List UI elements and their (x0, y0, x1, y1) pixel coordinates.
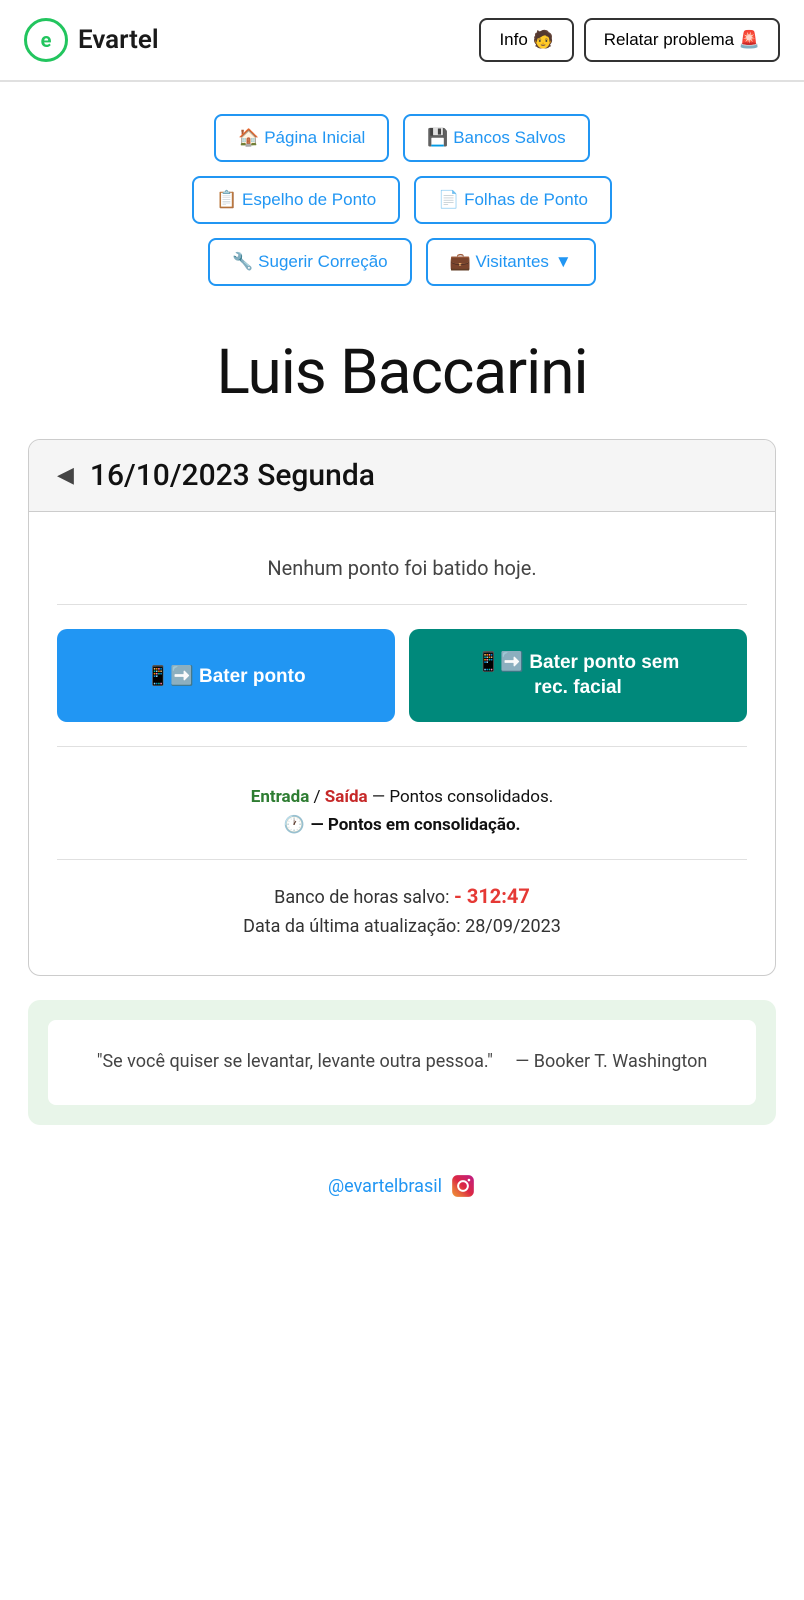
quote-body: "Se você quiser se levantar, levante out… (97, 1051, 493, 1072)
nav-row-1: 🏠 Página Inicial 💾 Bancos Salvos (214, 114, 589, 162)
sugerir-correcao-button[interactable]: 🔧 Sugerir Correção (208, 238, 411, 286)
legend-separator: / (314, 787, 325, 807)
logo-area: e Evartel (24, 18, 159, 62)
info-button[interactable]: Info 🧑 (479, 18, 573, 62)
bater-ponto-label: 📱➡️ Bater ponto (146, 664, 305, 688)
espelho-de-ponto-button[interactable]: 📋 Espelho de Ponto (192, 176, 400, 224)
legend-consolidating-line: 🕐 — Pontos em consolidação. (57, 815, 747, 835)
clock-icon: 🕐 (284, 815, 305, 835)
bater-ponto-button[interactable]: 📱➡️ Bater ponto (57, 629, 395, 722)
quote-author: — Booker T. Washington (515, 1051, 707, 1072)
consolidated-text: — Pontos consolidados. (372, 787, 553, 807)
bater-ponto-sem-label: 📱➡️ Bater ponto sem rec. facial (477, 651, 680, 700)
instagram-icon (450, 1173, 476, 1199)
banco-section: Banco de horas salvo: - 312:47 Data da ú… (57, 860, 747, 947)
logo-icon: e (24, 18, 68, 62)
main-card: ◀ 16/10/2023 Segunda Nenhum ponto foi ba… (28, 439, 776, 976)
pagina-inicial-button[interactable]: 🏠 Página Inicial (214, 114, 389, 162)
banco-horas-line: Banco de horas salvo: - 312:47 (57, 884, 747, 908)
prev-day-arrow[interactable]: ◀ (57, 463, 74, 488)
no-ponto-message: Nenhum ponto foi batido hoje. (57, 540, 747, 605)
visitantes-button[interactable]: 💼 Visitantes ▼ (426, 238, 596, 286)
quote-text: "Se você quiser se levantar, levante out… (78, 1048, 726, 1077)
card-date-row: ◀ 16/10/2023 Segunda (29, 440, 775, 512)
quote-inner: "Se você quiser se levantar, levante out… (48, 1020, 756, 1105)
report-button[interactable]: Relatar problema 🚨 (584, 18, 780, 62)
legend-consolidated-line: Entrada / Saída — Pontos consolidados. (57, 787, 747, 807)
brand-name: Evartel (78, 25, 159, 55)
visitantes-chevron-icon: ▼ (555, 252, 572, 272)
bancos-salvos-button[interactable]: 💾 Bancos Salvos (403, 114, 589, 162)
nav-row-3: 🔧 Sugerir Correção 💼 Visitantes ▼ (208, 238, 595, 286)
ponto-buttons-row: 📱➡️ Bater ponto 📱➡️ Bater ponto sem rec.… (57, 629, 747, 747)
current-date: 16/10/2023 Segunda (90, 458, 375, 493)
entrada-label: Entrada (251, 787, 310, 807)
legend-section: Entrada / Saída — Pontos consolidados. 🕐… (57, 771, 747, 860)
quote-section: "Se você quiser se levantar, levante out… (28, 1000, 776, 1125)
saida-label: Saída (325, 787, 368, 807)
card-body: Nenhum ponto foi batido hoje. 📱➡️ Bater … (29, 512, 775, 975)
ultima-atualizacao: Data da última atualização: 28/09/2023 (57, 916, 747, 937)
footer: @evartelbrasil (0, 1153, 804, 1239)
instagram-link[interactable]: @evartelbrasil (328, 1173, 476, 1199)
banco-horas-value: - 312:47 (454, 884, 530, 908)
user-name-section: Luis Baccarini (0, 306, 804, 429)
header-buttons: Info 🧑 Relatar problema 🚨 (479, 18, 780, 62)
instagram-handle: @evartelbrasil (328, 1176, 442, 1197)
banco-horas-label: Banco de horas salvo: (274, 887, 454, 908)
bater-ponto-sem-facial-button[interactable]: 📱➡️ Bater ponto sem rec. facial (409, 629, 747, 722)
consolidating-text: — Pontos em consolidação. (311, 815, 521, 835)
nav-section: 🏠 Página Inicial 💾 Bancos Salvos 📋 Espel… (0, 82, 804, 306)
header: e Evartel Info 🧑 Relatar problema 🚨 (0, 0, 804, 82)
nav-row-2: 📋 Espelho de Ponto 📄 Folhas de Ponto (192, 176, 612, 224)
folhas-de-ponto-button[interactable]: 📄 Folhas de Ponto (414, 176, 612, 224)
visitantes-label: 💼 Visitantes (450, 252, 549, 272)
user-name: Luis Baccarini (20, 336, 784, 409)
